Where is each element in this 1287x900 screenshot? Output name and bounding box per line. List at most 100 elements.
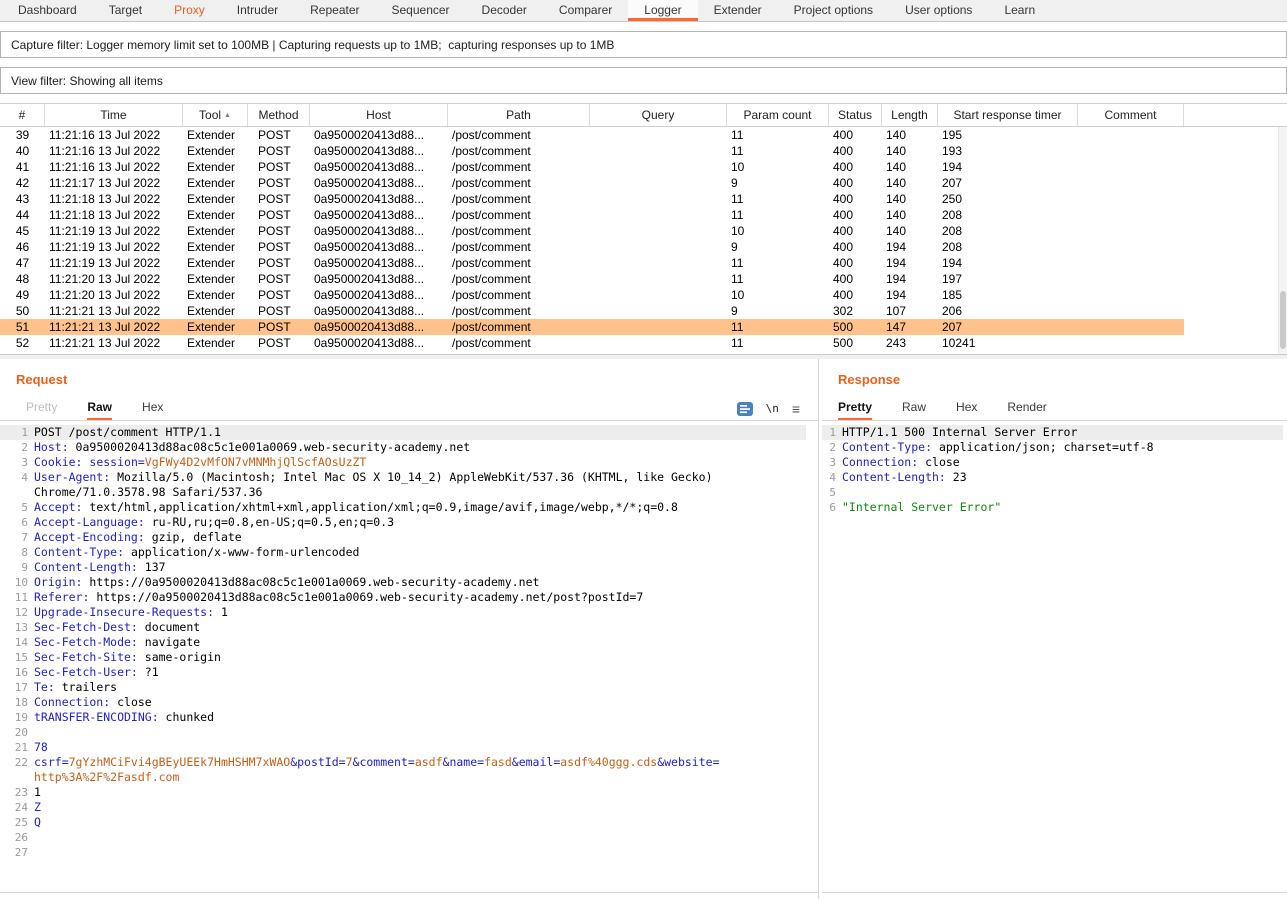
table-row[interactable]: 4011:21:16 13 Jul 2022ExtenderPOST0a9500… [0,143,1184,159]
table-row[interactable]: 4711:21:19 13 Jul 2022ExtenderPOST0a9500… [0,255,1184,271]
cell-number: 41 [0,159,45,175]
line-content: Accept-Encoding: gzip, deflate [34,530,720,545]
column-header-time[interactable]: Time [45,104,183,126]
column-header-comment[interactable]: Comment [1078,104,1184,126]
cell-time: 11:21:17 13 Jul 2022 [45,175,183,191]
view-filter-bar[interactable]: View filter: Showing all items [0,67,1287,94]
top-tab-logger[interactable]: Logger [628,0,697,21]
message-editor-panels: Request PrettyRawHex \n ≡ [0,359,1287,899]
pretty-print-icon[interactable] [737,402,753,416]
editor-line: 3Cookie: session=VgFWy4D2vMfON7vMNMhjQlS… [0,455,806,470]
cell-status: 400 [829,255,882,271]
table-row[interactable]: 4311:21:18 13 Jul 2022ExtenderPOST0a9500… [0,191,1184,207]
table-row[interactable]: 4411:21:18 13 Jul 2022ExtenderPOST0a9500… [0,207,1184,223]
cell-method: POST [248,255,310,271]
newline-toggle-icon[interactable]: \n [766,402,779,415]
cell-number: 47 [0,255,45,271]
cell-status: 400 [829,143,882,159]
top-tab-learn[interactable]: Learn [988,0,1051,21]
top-tab-extender[interactable]: Extender [698,0,778,21]
table-row[interactable]: 4811:21:20 13 Jul 2022ExtenderPOST0a9500… [0,271,1184,287]
top-tab-sequencer[interactable]: Sequencer [376,0,466,21]
column-header-length[interactable]: Length [882,104,938,126]
capture-filter-bar[interactable]: Capture filter: Logger memory limit set … [0,31,1287,58]
line-number: 27 [0,845,34,860]
cell-method: POST [248,127,310,143]
line-number: 22 [0,755,34,785]
column-label: Status [838,108,872,122]
editor-line: 1POST /post/comment HTTP/1.1 [0,425,806,440]
request-tab-raw[interactable]: Raw [87,400,112,420]
line-number: 2 [0,440,34,455]
cell-tool: Extender [183,223,248,239]
column-header-param-count[interactable]: Param count [727,104,829,126]
cell-length: 140 [882,159,938,175]
column-header-path[interactable]: Path [448,104,590,126]
top-tab-comparer[interactable]: Comparer [543,0,628,21]
column-header-host[interactable]: Host [310,104,448,126]
cell-host: 0a9500020413d88... [310,351,448,354]
table-row[interactable]: 5011:21:21 13 Jul 2022ExtenderPOST0a9500… [0,303,1184,319]
code-segment: Content-Type: [842,440,932,454]
top-tab-intruder[interactable]: Intruder [221,0,294,21]
cell-time: 11:21:16 13 Jul 2022 [45,143,183,159]
table-row[interactable]: 4211:21:17 13 Jul 2022ExtenderPOST0a9500… [0,175,1184,191]
cell-tool: Extender [183,239,248,255]
request-editor[interactable]: 1POST /post/comment HTTP/1.12Host: 0a950… [0,421,818,893]
request-tab-pretty[interactable]: Pretty [26,400,57,420]
line-number: 24 [0,800,34,815]
column-header-method[interactable]: Method [248,104,310,126]
table-row[interactable]: 3911:21:16 13 Jul 2022ExtenderPOST0a9500… [0,127,1184,143]
column-header-start-response-timer[interactable]: Start response timer [938,104,1078,126]
response-tab-raw[interactable]: Raw [902,400,926,420]
cell-method: POST [248,191,310,207]
cell-tool: Extender [183,207,248,223]
cell-status: 500 [829,351,882,354]
editor-line: 13Sec-Fetch-Dest: document [0,620,806,635]
column-label: Host [366,108,391,122]
line-number: 4 [0,470,34,500]
line-number: 15 [0,650,34,665]
cell-param-count: 11 [727,191,829,207]
top-tab-repeater[interactable]: Repeater [294,0,375,21]
top-tab-target[interactable]: Target [93,0,158,21]
cell-host: 0a9500020413d88... [310,207,448,223]
cell-tool: Extender [183,287,248,303]
table-row[interactable]: 4911:21:20 13 Jul 2022ExtenderPOST0a9500… [0,287,1184,303]
top-tab-user-options[interactable]: User options [889,0,988,21]
line-content: Referer: https://0a9500020413d88ac08c5c1… [34,590,720,605]
editor-line: 2Content-Type: application/json; charset… [822,440,1283,455]
table-row[interactable]: 4111:21:16 13 Jul 2022ExtenderPOST0a9500… [0,159,1184,175]
view-filter-text: View filter: Showing all items [11,74,163,88]
scrollbar-thumb[interactable] [1280,291,1286,349]
column-header-query[interactable]: Query [590,104,727,126]
request-tab-hex[interactable]: Hex [142,400,163,420]
response-tab-hex[interactable]: Hex [956,400,977,420]
top-tab-decoder[interactable]: Decoder [466,0,543,21]
code-segment: session= [89,455,144,469]
code-segment: &website= [657,755,719,769]
code-segment: Sec-Fetch-Site: [34,650,138,664]
table-row[interactable]: 4511:21:19 13 Jul 2022ExtenderPOST0a9500… [0,223,1184,239]
response-tab-render[interactable]: Render [1007,400,1046,420]
cell-tool: Extender [183,271,248,287]
cell-number: 42 [0,175,45,191]
top-tab-project-options[interactable]: Project options [778,0,889,21]
response-tab-pretty[interactable]: Pretty [838,400,872,420]
response-editor[interactable]: 1HTTP/1.1 500 Internal Server Error2Cont… [822,421,1287,893]
top-tab-dashboard[interactable]: Dashboard [2,0,93,21]
editor-menu-icon[interactable]: ≡ [792,402,800,416]
column-header-tool[interactable]: Tool▲ [183,104,248,126]
top-tab-proxy[interactable]: Proxy [158,0,221,21]
table-vertical-scrollbar[interactable] [1278,127,1287,354]
line-content: Content-Length: 23 [842,470,1283,485]
table-row[interactable]: 4611:21:19 13 Jul 2022ExtenderPOST0a9500… [0,239,1184,255]
table-row[interactable]: 5111:21:21 13 Jul 2022ExtenderPOST0a9500… [0,319,1184,335]
table-row[interactable]: 5211:21:21 13 Jul 2022ExtenderPOST0a9500… [0,335,1184,351]
table-row[interactable]: 5311:21:22 13 Jul 2022ExtenderPOST0a9500… [0,351,1184,354]
column-header-status[interactable]: Status [829,104,882,126]
line-number: 11 [0,590,34,605]
cell-host: 0a9500020413d88... [310,127,448,143]
cell-length: 107 [882,303,938,319]
column-header-number[interactable]: # [0,104,45,126]
